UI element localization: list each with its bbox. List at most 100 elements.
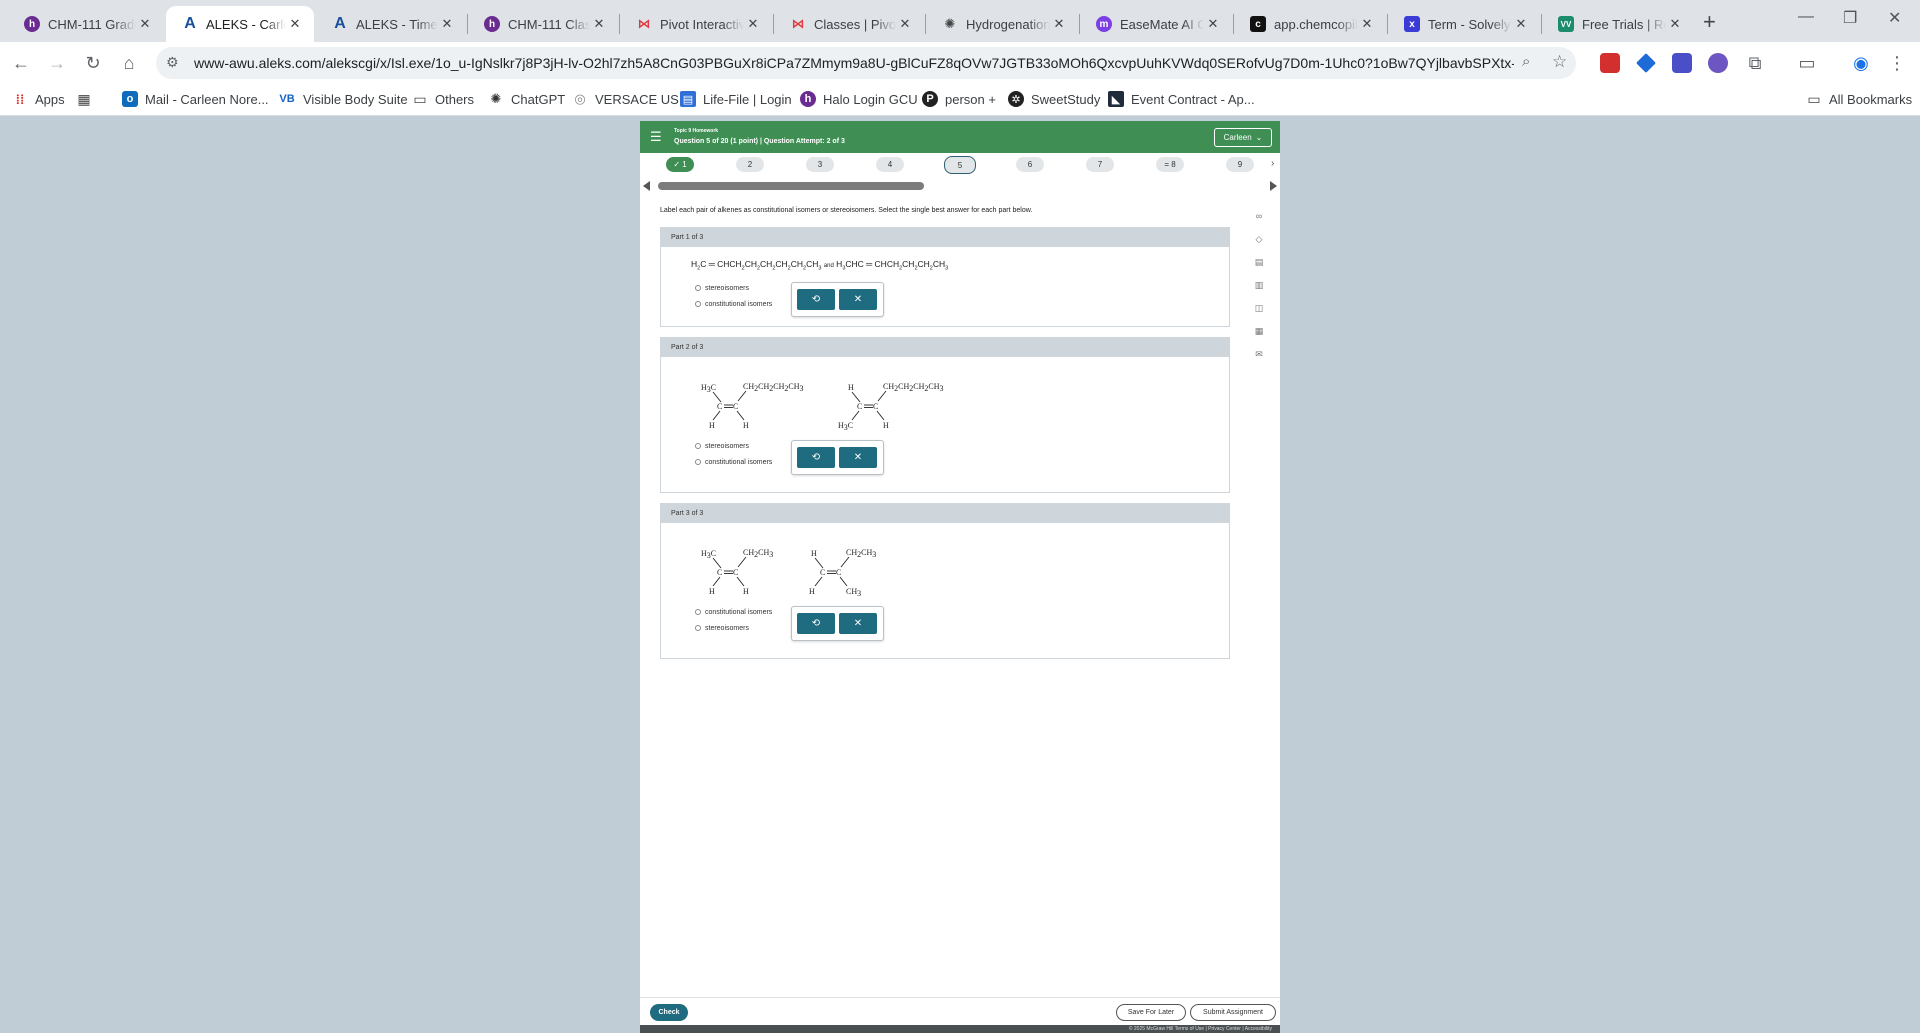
option-constitutional-isomers[interactable]: constitutional isomers [695,454,772,470]
new-tab-plus-icon[interactable]: + [1703,9,1716,35]
home-icon[interactable]: ⌂ [116,50,142,76]
bookmark-mail[interactable]: o Mail - Carleen Nore... [122,91,269,107]
close-icon[interactable]: ✕ [438,16,456,32]
radio-button[interactable] [695,609,701,615]
question-nav-4[interactable]: 4 [876,157,904,172]
extension-doc-icon[interactable] [1672,53,1692,73]
option-constitutional-isomers[interactable]: constitutional isomers [695,296,772,312]
undo-button[interactable]: ⟲ [797,613,835,634]
scroll-right-arrow-icon[interactable] [1270,181,1277,191]
notes-icon[interactable]: ▤ [1252,257,1266,280]
more-menu-icon[interactable]: ⋮ [1884,50,1910,76]
undo-button[interactable]: ⟲ [797,447,835,468]
browser-tab[interactable]: ✺ Hydrogenation ✕ [926,6,1078,42]
browser-tab[interactable]: ⋈ Pivot Interactive ✕ [620,6,772,42]
clear-button[interactable]: ✕ [839,447,877,468]
bookmark-tab-groups[interactable]: ▦ [76,91,99,107]
question-nav-8[interactable]: = 8 [1156,157,1184,172]
bookmark-sweetstudy[interactable]: ✲ SweetStudy [1008,91,1100,107]
scroll-left-arrow-icon[interactable] [643,181,650,191]
question-nav-3[interactable]: 3 [806,157,834,172]
chevron-right-icon[interactable]: › [1271,158,1274,169]
clear-button[interactable]: ✕ [839,289,877,310]
reload-icon[interactable]: ↻ [80,50,106,76]
bookmark-visible-body[interactable]: VB Visible Body Suite [278,91,407,107]
clear-button[interactable]: ✕ [839,613,877,634]
all-bookmarks[interactable]: ▭ All Bookmarks [1806,91,1912,107]
hamburger-menu-icon[interactable]: ☰ [650,129,662,145]
browser-tab[interactable]: c app.chemcopilo ✕ [1234,6,1386,42]
graph-icon[interactable]: ◫ [1252,303,1266,326]
bookmark-event-contract[interactable]: ◣ Event Contract - Ap... [1108,91,1255,107]
browser-tab[interactable]: x Term - Solvely ✕ [1388,6,1540,42]
question-nav-7[interactable]: 7 [1086,157,1114,172]
browser-tab-active[interactable]: A ALEKS - Carleen ✕ [166,6,314,42]
close-icon[interactable]: ✕ [1358,16,1376,32]
extension-red-icon[interactable] [1600,53,1620,73]
close-icon[interactable]: ✕ [1512,16,1530,32]
option-stereoisomers[interactable]: stereoisomers [695,620,772,636]
question-nav-2[interactable]: 2 [736,157,764,172]
option-stereoisomers[interactable]: stereoisomers [695,280,772,296]
browser-tab[interactable]: h CHM-111 Class ✕ [468,6,618,42]
question-nav-5[interactable]: 5 [944,156,976,174]
browser-tab[interactable]: VV Free Trials | Rev ✕ [1542,6,1694,42]
bookmark-life-file[interactable]: ▤ Life-File | Login [680,91,792,107]
submit-assignment-button[interactable]: Submit Assignment [1190,1004,1276,1021]
zoom-icon[interactable]: ⌕ [1522,53,1530,70]
forward-arrow-icon[interactable]: → [44,50,70,76]
address-bar[interactable]: ⚙ www-awu.aleks.com/alekscgi/x/Isl.exe/1… [156,47,1576,79]
radio-button[interactable] [695,443,701,449]
undo-button[interactable]: ⟲ [797,289,835,310]
bookmark-folder-others[interactable]: ▭ Others [412,91,474,107]
extensions-puzzle-icon[interactable]: ⧉ [1742,50,1768,76]
hint-icon[interactable]: ◇ [1252,234,1266,257]
close-icon[interactable]: ✕ [744,16,762,32]
save-for-later-button[interactable]: Save For Later [1116,1004,1186,1021]
close-icon[interactable]: ✕ [896,16,914,32]
minimize-icon[interactable]: — [1798,8,1814,26]
mail-icon[interactable]: ✉ [1252,349,1266,372]
bookmark-apps[interactable]: ⁞⁞ Apps [12,91,65,107]
extension-circle-icon[interactable] [1708,53,1728,73]
infinity-icon[interactable]: ∞ [1252,211,1266,234]
tab-search-icon[interactable]: ▭ [1794,50,1820,76]
browser-tab[interactable]: ⋈ Classes | Pivot ✕ [774,6,924,42]
close-icon[interactable]: ✕ [590,16,608,32]
close-icon[interactable]: ✕ [1204,16,1222,32]
option-constitutional-isomers[interactable]: constitutional isomers [695,604,772,620]
radio-button[interactable] [695,625,701,631]
horizontal-scrollbar-thumb[interactable] [658,182,924,190]
check-button[interactable]: Check [650,1004,688,1021]
profile-icon[interactable]: ◉ [1848,50,1874,76]
window-close-icon[interactable]: ✕ [1888,8,1901,28]
question-nav-9[interactable]: 9 [1226,157,1254,172]
close-icon[interactable]: ✕ [286,16,304,32]
question-nav-1[interactable]: ✓ 1 [666,157,694,172]
calculator-icon[interactable]: ▦ [1252,326,1266,349]
option-stereoisomers[interactable]: stereoisomers [695,438,772,454]
bookmark-versace[interactable]: ◎ VERSACE US [572,91,678,107]
close-icon[interactable]: ✕ [136,16,154,32]
url-text[interactable]: www-awu.aleks.com/alekscgi/x/Isl.exe/1o_… [194,55,1514,71]
close-icon[interactable]: ✕ [1050,16,1068,32]
restore-icon[interactable]: ❐ [1843,8,1857,28]
close-icon[interactable]: ✕ [1666,16,1684,32]
back-arrow-icon[interactable]: ← [8,50,34,76]
extension-cap-icon[interactable] [1636,53,1656,73]
browser-tab[interactable]: h CHM-111 Grade ✕ [8,6,164,42]
user-menu-button[interactable]: Carleen ⌄ [1214,128,1272,147]
bookmark-halo[interactable]: h Halo Login GCU [800,91,918,107]
radio-button[interactable] [695,285,701,291]
bookmark-star-icon[interactable]: ☆ [1552,52,1567,72]
radio-button[interactable] [695,459,701,465]
chart-icon[interactable]: ▥ [1252,280,1266,303]
bookmark-chatgpt[interactable]: ✺ ChatGPT [488,91,566,107]
bookmark-person[interactable]: P person + [922,91,996,107]
browser-tab[interactable]: A ALEKS - Timed ✕ [316,6,466,42]
radio-button[interactable] [695,301,701,307]
halo-icon: h [484,16,500,32]
browser-tab[interactable]: m EaseMate AI Ch ✕ [1080,6,1232,42]
question-nav-6[interactable]: 6 [1016,157,1044,172]
site-settings-icon[interactable]: ⚙ [166,54,179,71]
